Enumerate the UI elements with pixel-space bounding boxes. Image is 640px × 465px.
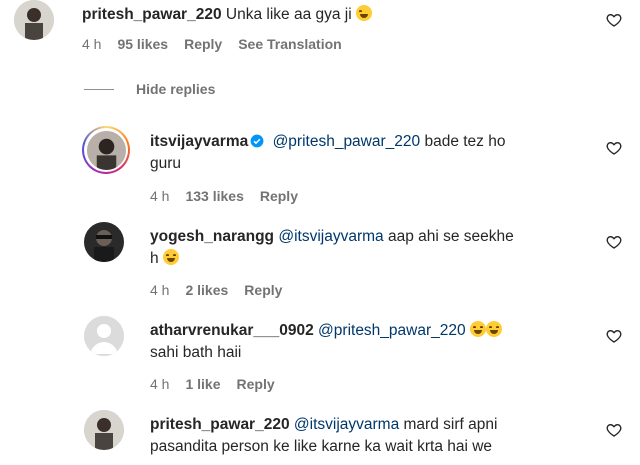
avatar	[86, 130, 126, 170]
heart-icon[interactable]	[606, 422, 622, 438]
comment-text: pritesh_pawar_220 Unka like aa gya ji	[82, 4, 372, 26]
comment-text: yogesh_narangg @itsvijayvarma aap ahi se…	[150, 226, 514, 270]
timestamp: 4 h	[150, 188, 170, 204]
mention-link[interactable]: @itsvijayvarma	[278, 228, 383, 245]
heart-icon[interactable]	[606, 140, 622, 156]
username[interactable]: atharvrenukar___0902	[150, 322, 314, 339]
timestamp: 4 h	[82, 36, 102, 52]
likes-count[interactable]: 2 likes	[185, 282, 228, 298]
comment-meta: 4 h 1 like Reply	[150, 376, 275, 392]
mention-link[interactable]: @pritesh_pawar_220	[273, 133, 421, 150]
comment-meta: 4 h 2 likes Reply	[150, 282, 282, 298]
comment-body-line2: sahi bath haii	[150, 344, 242, 361]
hushed-face-emoji-icon	[356, 5, 372, 21]
hide-replies-label: Hide replies	[136, 81, 216, 97]
likes-count[interactable]: 133 likes	[185, 188, 243, 204]
hide-replies-button[interactable]: Hide replies	[84, 81, 215, 97]
mention-link[interactable]: @itsvijayvarma	[294, 416, 399, 433]
comment-body: aap ahi se seekhe	[387, 228, 514, 245]
comment-body: Unka like aa gya ji	[225, 6, 352, 23]
comment-body: bade tez ho	[424, 133, 506, 150]
default-avatar-icon[interactable]	[84, 316, 124, 356]
comment-meta: 4 h 95 likes Reply See Translation	[82, 36, 342, 52]
comment-body-line2: guru	[150, 155, 182, 172]
comment-body-line2: h	[150, 250, 159, 267]
story-ring[interactable]	[82, 126, 130, 174]
laughing-face-emoji-icon	[485, 321, 502, 337]
reply-button[interactable]: Reply	[244, 282, 282, 298]
heart-icon[interactable]	[606, 12, 622, 28]
comment-meta: 4 h 133 likes Reply	[150, 188, 298, 204]
reply-button[interactable]: Reply	[260, 188, 298, 204]
comment-body: mard sirf apni	[403, 416, 498, 433]
avatar[interactable]	[14, 0, 54, 40]
likes-count[interactable]: 1 like	[185, 376, 220, 392]
comment-text: pritesh_pawar_220 @itsvijayvarma mard si…	[150, 414, 497, 458]
heart-icon[interactable]	[606, 234, 622, 250]
username[interactable]: pritesh_pawar_220	[150, 416, 290, 433]
avatar[interactable]	[84, 222, 124, 262]
see-translation-button[interactable]: See Translation	[238, 36, 341, 52]
mention-link[interactable]: @pritesh_pawar_220	[318, 322, 466, 339]
laughing-face-emoji-icon	[469, 321, 486, 337]
likes-count[interactable]: 95 likes	[117, 36, 168, 52]
timestamp: 4 h	[150, 376, 170, 392]
timestamp: 4 h	[150, 282, 170, 298]
username[interactable]: yogesh_narangg	[150, 228, 274, 245]
comment-body-line2: pasandita person ke like karne ka wait k…	[150, 438, 493, 455]
divider	[84, 88, 114, 90]
username[interactable]: itsvijayvarma	[150, 133, 248, 150]
avatar[interactable]	[84, 410, 124, 450]
username[interactable]: pritesh_pawar_220	[82, 6, 222, 23]
heart-icon[interactable]	[606, 328, 622, 344]
comment-text: atharvrenukar___0902 @pritesh_pawar_220 …	[150, 320, 502, 364]
reply-button[interactable]: Reply	[237, 376, 275, 392]
laughing-face-emoji-icon	[162, 249, 179, 265]
reply-button[interactable]: Reply	[184, 36, 222, 52]
verified-badge-icon	[250, 134, 264, 148]
comment-text: itsvijayvarma @pritesh_pawar_220 bade te…	[150, 131, 505, 175]
